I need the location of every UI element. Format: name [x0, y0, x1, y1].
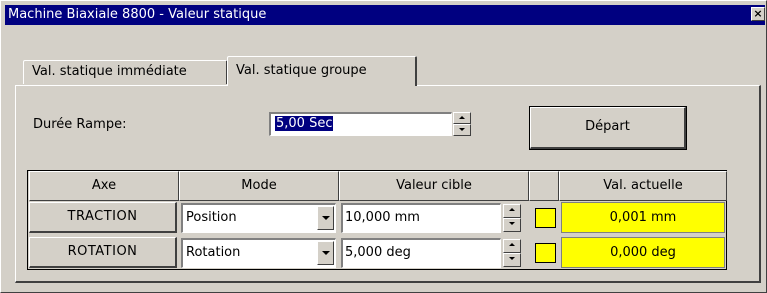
header-mode: Mode	[179, 171, 339, 201]
spin-down-icon[interactable]	[503, 218, 521, 232]
spin-down-icon[interactable]	[503, 253, 521, 267]
header-indicator	[529, 171, 559, 201]
main-window: Machine Biaxiale 8800 - Valeur statique …	[0, 0, 767, 293]
target-value-spinner-rotation[interactable]	[503, 239, 521, 267]
spin-up-icon[interactable]	[503, 239, 521, 253]
close-icon[interactable]: ×	[751, 7, 765, 21]
mode-select-value: Rotation	[186, 245, 241, 260]
actual-value-rotation: 0,000 deg	[561, 237, 725, 268]
chevron-down-icon[interactable]	[317, 206, 334, 230]
mode-select-value: Position	[186, 210, 237, 225]
target-value-input-rotation[interactable]: 5,000 deg	[341, 238, 501, 268]
header-axe: Axe	[29, 171, 179, 201]
start-button[interactable]: Départ	[529, 106, 687, 150]
chevron-down-icon[interactable]	[317, 241, 334, 265]
window-title: Machine Biaxiale 8800 - Valeur statique	[8, 7, 267, 22]
axe-button-rotation[interactable]: ROTATION	[29, 237, 177, 268]
spin-down-icon[interactable]	[453, 124, 471, 136]
tab-val-statique-immediate[interactable]: Val. statique immédiate	[23, 60, 228, 84]
ramp-duration-value: 5,00 Sec	[275, 116, 334, 131]
target-value-spinner-traction[interactable]	[503, 204, 521, 232]
ramp-duration-input[interactable]: 5,00 Sec	[269, 112, 452, 136]
mode-select-traction[interactable]: Position	[181, 203, 336, 233]
actual-value-traction: 0,001 mm	[561, 202, 725, 233]
ramp-duration-label: Durée Rampe:	[33, 117, 127, 132]
status-indicator-rotation	[535, 243, 556, 263]
mode-select-rotation[interactable]: Rotation	[181, 238, 336, 268]
status-indicator-traction	[535, 208, 556, 228]
tab-val-statique-groupe[interactable]: Val. statique groupe	[227, 56, 417, 86]
spin-up-icon[interactable]	[503, 204, 521, 218]
axe-button-traction[interactable]: TRACTION	[29, 202, 177, 233]
spin-up-icon[interactable]	[453, 112, 471, 124]
header-val-actuelle: Val. actuelle	[559, 171, 727, 201]
header-valeur-cible: Valeur cible	[339, 171, 529, 201]
target-value-input-traction[interactable]: 10,000 mm	[341, 203, 501, 233]
title-bar[interactable]: Machine Biaxiale 8800 - Valeur statique …	[5, 5, 765, 25]
ramp-duration-spinner[interactable]	[453, 112, 471, 136]
